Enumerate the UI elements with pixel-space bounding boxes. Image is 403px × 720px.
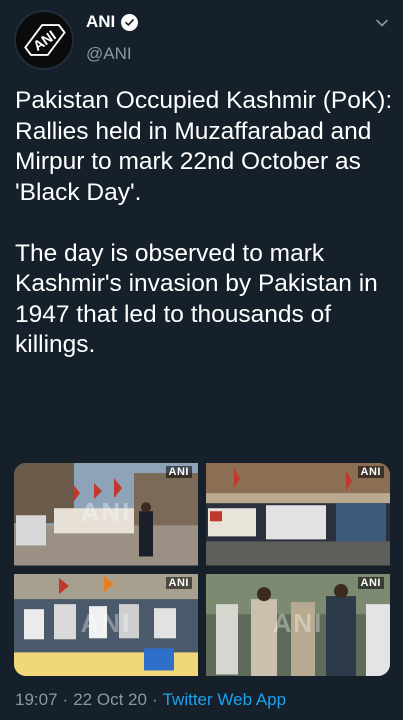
photo-ani-tag: ANI <box>165 466 192 478</box>
account-name-row[interactable]: ANI <box>86 12 139 32</box>
rally-photo-image <box>206 463 390 566</box>
rally-photo[interactable]: ANI ANI <box>14 463 198 566</box>
meta-separator: · <box>62 690 69 709</box>
rally-photo[interactable]: ANI ANI <box>14 573 198 676</box>
verified-badge-icon <box>121 13 139 31</box>
photo-ani-tag: ANI <box>357 576 384 589</box>
rally-photo[interactable]: ANI <box>206 463 390 566</box>
photo-watermark: ANI <box>80 607 132 638</box>
account-name[interactable]: ANI <box>86 12 115 32</box>
tweet-date[interactable]: 22 Oct 20 <box>73 690 147 710</box>
tweet-text: Pakistan Occupied Kashmir (PoK): Rallies… <box>15 87 393 358</box>
tweet-source-link[interactable]: Twitter Web App <box>163 690 286 710</box>
media-grid: ANI ANI ANI ANI ANI ANI ANI <box>14 463 390 676</box>
photo-watermark: ANI <box>80 497 132 528</box>
photo-watermark: ANI <box>272 607 324 638</box>
account-handle[interactable]: @ANI <box>86 44 132 64</box>
avatar[interactable]: ANI <box>14 10 74 70</box>
chevron-down-icon[interactable] <box>375 16 389 30</box>
tweet-meta: 19:07 · 22 Oct 20 · Twitter Web App <box>15 690 286 710</box>
tweet-time[interactable]: 19:07 <box>15 690 58 710</box>
photo-ani-tag: ANI <box>165 576 192 589</box>
ani-logo: ANI <box>17 13 71 67</box>
photo-ani-tag: ANI <box>357 466 384 478</box>
meta-separator: · <box>151 690 158 709</box>
rally-photo[interactable]: ANI ANI <box>206 573 390 676</box>
